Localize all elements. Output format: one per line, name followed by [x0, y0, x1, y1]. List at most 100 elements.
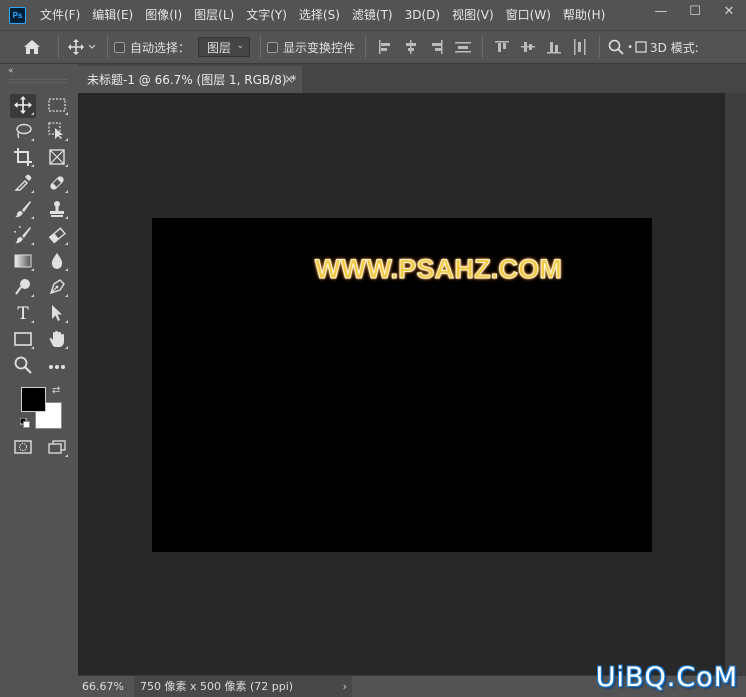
align-bottom-icon[interactable]: [541, 37, 567, 57]
close-icon[interactable]: ×: [284, 72, 294, 86]
hand-icon: [48, 330, 66, 351]
vertical-scrollbar[interactable]: [725, 93, 746, 675]
path-select-tool[interactable]: [44, 302, 70, 326]
eraser-tool[interactable]: [44, 224, 70, 248]
minimize-button[interactable]: —: [644, 0, 678, 22]
screen-mode-icon: [48, 439, 66, 457]
type-icon: T: [17, 304, 29, 324]
menu-filter[interactable]: 滤镜(T): [346, 0, 399, 30]
3d-cube-icon[interactable]: [634, 41, 648, 53]
restore-button[interactable]: ☐: [678, 0, 712, 22]
move-tool-preset-icon[interactable]: [65, 33, 101, 61]
hand-tool[interactable]: [44, 328, 70, 352]
object-select-icon: [48, 121, 66, 143]
dodge-tool[interactable]: [10, 276, 36, 300]
marquee-tool[interactable]: [44, 94, 70, 118]
rectangle-icon: [14, 331, 32, 349]
foreground-color-swatch[interactable]: [21, 387, 46, 412]
menu-select[interactable]: 选择(S): [293, 0, 346, 30]
document-dimensions: 750 像素 x 500 像素 (72 ppi): [140, 679, 294, 693]
dot-icon: •: [627, 41, 633, 53]
divider: [58, 36, 59, 58]
ellipsis-icon: [48, 359, 66, 373]
photoshop-logo: Ps: [9, 6, 26, 24]
divider: [365, 36, 367, 58]
crop-tool[interactable]: [10, 146, 36, 170]
distribute-horizontal-icon[interactable]: [567, 37, 593, 57]
show-transform-label: 显示变换控件: [283, 40, 356, 55]
brush-tool[interactable]: [10, 198, 36, 222]
align-top-icon[interactable]: [489, 37, 515, 57]
eyedropper-tool[interactable]: [10, 172, 36, 196]
collapse-panel-icon[interactable]: «: [8, 66, 14, 76]
crop-icon: [14, 147, 32, 169]
eraser-icon: [48, 226, 66, 247]
move-icon: [14, 95, 32, 117]
stamp-tool[interactable]: [44, 198, 70, 222]
zoom-level-field[interactable]: 66.67%: [78, 680, 134, 693]
search-icon[interactable]: [606, 39, 626, 55]
document-canvas[interactable]: WWW.PSAHZ.COM: [152, 218, 652, 552]
document-tab-title: 未标题-1 @ 66.7% (图层 1, RGB/8) *: [87, 73, 297, 87]
tools-panel: « T ⇄: [0, 64, 77, 697]
chevron-right-icon[interactable]: ›: [343, 676, 347, 697]
history-brush-icon: [11, 222, 32, 247]
brush-icon: [14, 200, 32, 221]
align-vcenter-icon[interactable]: [515, 37, 541, 57]
gradient-icon: [14, 254, 32, 271]
distribute-vertical-icon[interactable]: [450, 37, 476, 57]
default-colors-icon[interactable]: [19, 417, 30, 428]
lasso-tool[interactable]: [10, 120, 36, 144]
menu-edit[interactable]: 编辑(E): [86, 0, 139, 30]
gradient-tool[interactable]: [10, 250, 36, 274]
align-hcenter-icon[interactable]: [398, 37, 424, 57]
divider: [107, 36, 108, 58]
auto-select-checkbox[interactable]: [114, 41, 125, 53]
object-select-tool[interactable]: [44, 120, 70, 144]
rect-marquee-icon: [48, 97, 66, 115]
shape-tool[interactable]: [10, 328, 36, 352]
auto-select-target-select[interactable]: 图层 ⌄: [198, 37, 251, 57]
dodge-icon: [14, 278, 32, 299]
panel-grip[interactable]: [9, 79, 67, 83]
quick-mask-button[interactable]: [10, 436, 36, 460]
more-tools[interactable]: [44, 354, 70, 378]
menu-layer[interactable]: 图层(L): [188, 0, 240, 30]
blur-tool[interactable]: [44, 250, 70, 274]
zoom-icon: [14, 356, 32, 377]
show-transform-checkbox[interactable]: [267, 41, 279, 53]
auto-select-label: 自动选择：: [130, 40, 191, 55]
menu-help[interactable]: 帮助(H): [557, 0, 611, 30]
menu-3d[interactable]: 3D(D): [399, 0, 446, 30]
menu-bar: Ps 文件(F) 编辑(E) 图像(I) 图层(L) 文字(Y) 选择(S) 滤…: [0, 0, 746, 30]
close-button[interactable]: ✕: [712, 0, 746, 22]
stamp-icon: [48, 200, 66, 221]
pen-tool[interactable]: [44, 276, 70, 300]
menu-type[interactable]: 文字(Y): [240, 0, 293, 30]
divider: [599, 36, 601, 58]
options-bar: 自动选择： 图层 ⌄ 显示变换控件 • 3D 模式:: [0, 30, 746, 64]
screen-mode-button[interactable]: [44, 436, 70, 460]
move-tool[interactable]: [10, 94, 36, 118]
canvas-text-layer[interactable]: WWW.PSAHZ.COM: [314, 254, 562, 285]
healing-tool[interactable]: [44, 172, 70, 196]
zoom-tool[interactable]: [10, 354, 36, 378]
quick-mask-icon: [14, 439, 32, 457]
align-left-icon[interactable]: [372, 37, 398, 57]
history-brush-tool[interactable]: [10, 222, 36, 248]
menu-view[interactable]: 视图(V): [446, 0, 500, 30]
menu-image[interactable]: 图像(I): [139, 0, 188, 30]
swap-colors-icon[interactable]: ⇄: [52, 385, 60, 396]
document-tab[interactable]: 未标题-1 @ 66.7% (图层 1, RGB/8) * ×: [78, 66, 302, 93]
home-icon[interactable]: [12, 33, 52, 61]
3d-mode-label: 3D 模式:: [650, 40, 699, 55]
menu-file[interactable]: 文件(F): [34, 0, 86, 30]
align-right-icon[interactable]: [424, 37, 450, 57]
bandage-icon: [48, 174, 66, 195]
pen-icon: [48, 278, 66, 299]
type-tool[interactable]: T: [10, 302, 36, 326]
chevron-down-icon: ⌄: [236, 41, 245, 51]
frame-tool[interactable]: [44, 146, 70, 170]
menu-window[interactable]: 窗口(W): [500, 0, 557, 30]
document-info[interactable]: 750 像素 x 500 像素 (72 ppi) ›: [134, 675, 352, 697]
